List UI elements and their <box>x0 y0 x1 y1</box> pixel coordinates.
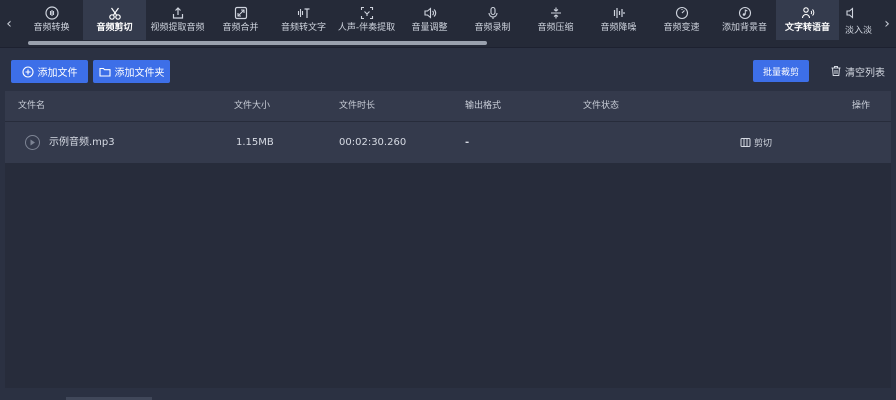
equalizer-icon <box>612 6 626 20</box>
tool-label: 音量调整 <box>411 23 448 33</box>
scrollbar-thumb[interactable] <box>28 41 487 45</box>
tool-volume-adjust[interactable]: 音量调整 <box>398 0 461 40</box>
column-header-status: 文件状态 <box>583 101 620 111</box>
scan-face-icon <box>360 6 374 20</box>
tool-text-to-speech[interactable]: 文字转语音 <box>776 0 839 40</box>
tool-vocal-separation[interactable]: 人声-伴奏提取 <box>335 0 398 40</box>
compress-icon <box>549 6 563 20</box>
file-list: 示例音频.mp3 1.15MB 00:02:30.260 - 剪切 <box>5 121 891 388</box>
tool-bar: ‹ 音频转换 音频剪切 视频提取音频 音频合并 音频转文字 人声-伴奏提取 音量… <box>0 0 896 48</box>
tool-label: 音频变速 <box>663 23 700 33</box>
tool-audio-record[interactable]: 音频录制 <box>461 0 524 40</box>
table-row[interactable]: 示例音频.mp3 1.15MB 00:02:30.260 - 剪切 <box>5 122 891 163</box>
column-header-format: 输出格式 <box>465 101 502 111</box>
speaker-icon <box>423 6 437 20</box>
tool-audio-to-text[interactable]: 音频转文字 <box>272 0 335 40</box>
tool-label: 淡入淡 <box>845 26 873 36</box>
output-format-select[interactable]: - <box>465 122 469 163</box>
file-size: 1.15MB <box>236 137 274 148</box>
add-file-label: 添加文件 <box>37 68 78 79</box>
merge-icon <box>234 6 248 20</box>
cut-file-button[interactable]: 剪切 <box>740 122 772 163</box>
column-header-size: 文件大小 <box>234 101 271 111</box>
tool-label: 音频录制 <box>474 23 511 33</box>
tool-label: 音频转换 <box>33 23 70 33</box>
clear-list-button[interactable]: 清空列表 <box>830 62 885 80</box>
tool-speed-change[interactable]: 音频变速 <box>650 0 713 40</box>
plus-circle-icon <box>21 65 34 78</box>
tool-label: 音频剪切 <box>96 23 133 33</box>
column-header-action: 操作 <box>852 101 871 111</box>
file-duration: 00:02:30.260 <box>339 137 407 148</box>
scroll-right-arrow-icon[interactable]: › <box>878 0 896 48</box>
tool-label: 添加背景音 <box>721 23 767 33</box>
tool-label: 文字转语音 <box>784 23 830 33</box>
tool-label: 音频转文字 <box>280 23 326 33</box>
tool-audio-compress[interactable]: 音频压缩 <box>524 0 587 40</box>
microphone-icon <box>486 6 500 20</box>
add-folder-label: 添加文件夹 <box>114 68 165 79</box>
upload-icon <box>171 6 185 20</box>
speedometer-icon <box>675 6 689 20</box>
waveform-circle-icon <box>44 6 59 20</box>
tool-audio-merge[interactable]: 音频合并 <box>209 0 272 40</box>
text-wave-icon <box>297 6 311 20</box>
play-icon[interactable] <box>25 135 40 150</box>
trash-icon <box>830 65 842 77</box>
tool-add-background-music[interactable]: 添加背景音 <box>713 0 776 40</box>
batch-cut-button[interactable]: 批量裁剪 <box>753 60 809 82</box>
file-name: 示例音频.mp3 <box>49 137 115 148</box>
tool-audio-cut[interactable]: 音频剪切 <box>83 0 146 40</box>
add-folder-button[interactable]: 添加文件夹 <box>93 60 170 83</box>
fade-icon <box>845 6 859 20</box>
clear-list-label: 清空列表 <box>845 67 885 79</box>
tool-label: 人声-伴奏提取 <box>337 23 396 33</box>
tool-label: 音频压缩 <box>537 23 574 33</box>
cut-file-label: 剪切 <box>754 139 773 149</box>
column-header-filename: 文件名 <box>18 101 46 111</box>
text-to-speech-icon <box>801 6 815 20</box>
tool-list: 音频转换 音频剪切 视频提取音频 音频合并 音频转文字 人声-伴奏提取 音量调整… <box>20 0 878 40</box>
tool-fade-in-out[interactable]: 淡入淡 <box>839 0 872 40</box>
toolbar-scrollbar[interactable] <box>20 40 878 46</box>
table-header: 文件名 文件大小 文件时长 输出格式 文件状态 操作 <box>5 91 891 121</box>
scroll-left-arrow-icon[interactable]: ‹ <box>0 0 18 48</box>
music-disc-icon <box>738 6 752 20</box>
tool-audio-convert[interactable]: 音频转换 <box>20 0 83 40</box>
tool-label: 视频提取音频 <box>150 23 205 33</box>
folder-icon <box>98 66 111 78</box>
cut-icon <box>740 137 751 148</box>
tool-label: 音频合并 <box>222 23 259 33</box>
tool-label: 音频降噪 <box>600 23 637 33</box>
column-header-duration: 文件时长 <box>339 101 376 111</box>
tool-noise-reduction[interactable]: 音频降噪 <box>587 0 650 40</box>
scissors-icon <box>108 6 122 20</box>
add-file-button[interactable]: 添加文件 <box>11 60 88 83</box>
tool-video-extract-audio[interactable]: 视频提取音频 <box>146 0 209 40</box>
